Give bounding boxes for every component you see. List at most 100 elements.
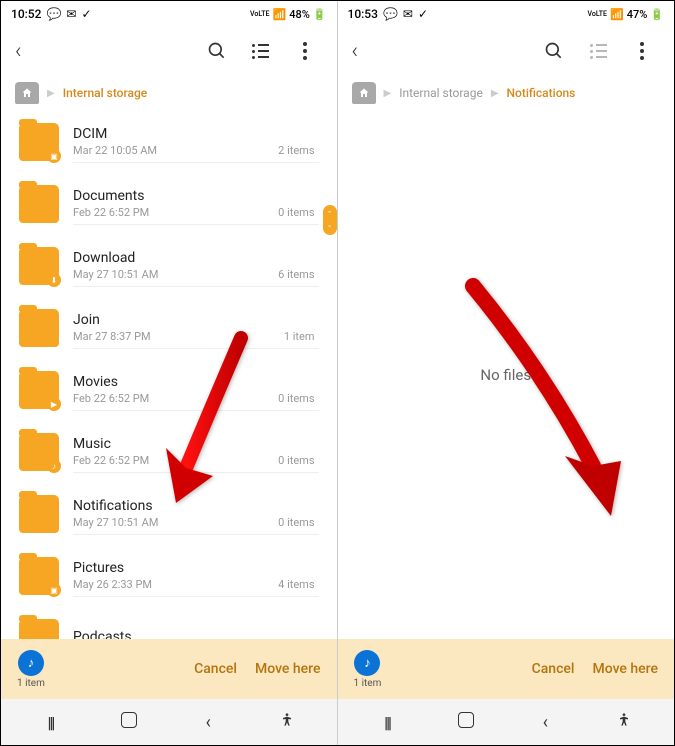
volte-icon: VoLTE (588, 10, 607, 18)
battery-text: 48% (289, 8, 310, 21)
status-bar: 10:53 💬 ✉ ✓ VoLTE 📶 47% 🔋 (338, 1, 675, 27)
move-here-button[interactable]: Move here (592, 661, 658, 677)
cancel-button[interactable]: Cancel (194, 661, 237, 677)
search-icon[interactable] (536, 33, 572, 69)
home-icon[interactable] (15, 82, 39, 104)
signal-icon: 📶 (272, 8, 286, 21)
breadcrumb: ▶ Internal storage (1, 75, 337, 111)
folder-date: Feb 22 6:52 PM (73, 392, 149, 405)
check-icon: ✓ (418, 7, 428, 21)
folder-name: DCIM (73, 126, 315, 142)
folder-date: Mar 27 8:37 PM (73, 330, 151, 343)
folder-icon (19, 619, 59, 639)
breadcrumb-current[interactable]: Notifications (507, 86, 576, 100)
chat-icon: 💬 (383, 7, 398, 21)
status-time: 10:53 (348, 7, 378, 21)
view-list-icon[interactable] (580, 33, 616, 69)
folder-row[interactable]: ▣PicturesMay 26 2:33 PM4 items (1, 545, 337, 607)
message-icon: ✉ (403, 7, 413, 21)
back-button[interactable]: ‹ (15, 39, 22, 64)
folder-date: Feb 22 6:52 PM (73, 454, 149, 467)
message-icon: ✉ (66, 7, 76, 21)
breadcrumb: ▶ Internal storage ▶ Notifications (338, 75, 675, 111)
folder-icon (19, 495, 59, 533)
folder-count: 1 item (284, 330, 315, 343)
folder-name: Download (73, 250, 315, 266)
nav-back[interactable]: ‹ (188, 712, 228, 733)
move-here-button[interactable]: Move here (255, 661, 321, 677)
status-bar: 10:52 💬 ✉ ✓ VoLTE 📶 48% 🔋 (1, 1, 337, 27)
folder-icon: ▣ (19, 123, 59, 161)
folder-row[interactable]: ⬇DownloadMay 27 10:51 AM6 items (1, 235, 337, 297)
folder-name: Pictures (73, 560, 315, 576)
folder-icon (19, 185, 59, 223)
folder-icon: ▶ (19, 371, 59, 409)
folder-count: 4 items (278, 578, 314, 591)
folder-name: Podcasts (73, 629, 315, 640)
more-icon[interactable] (624, 33, 660, 69)
folder-count: 6 items (278, 268, 314, 281)
nav-recents[interactable]: ||| (367, 713, 407, 732)
folder-row[interactable]: ▶ Movies Feb 22 6:52 PM 0 items (1, 359, 337, 421)
action-bar: ♪ 1 item Cancel Move here (1, 639, 337, 699)
chevron-right-icon: ▶ (47, 88, 55, 99)
folder-name: Documents (73, 188, 315, 204)
screen-left: 10:52 💬 ✉ ✓ VoLTE 📶 48% 🔋 ‹ ▶ Internal s… (1, 1, 338, 745)
check-icon: ✓ (81, 7, 91, 21)
folder-row[interactable]: DocumentsFeb 22 6:52 PM0 items (1, 173, 337, 235)
folder-count: 2 items (278, 144, 314, 157)
folder-row[interactable]: NotificationsMay 27 10:51 AM0 items (1, 483, 337, 545)
battery-icon: 🔋 (313, 8, 327, 21)
breadcrumb-current[interactable]: Internal storage (63, 86, 148, 100)
folder-icon: ⬇ (19, 247, 59, 285)
folder-date: May 26 2:33 PM (73, 578, 152, 591)
battery-text: 47% (627, 8, 648, 21)
nav-home[interactable] (109, 712, 149, 732)
folder-name: Music (73, 436, 315, 452)
scroll-thumb[interactable]: ⌃⌄ (323, 205, 337, 235)
nav-bar: ||| ‹ (338, 699, 675, 745)
annotation-arrow (453, 271, 643, 535)
folder-row[interactable]: ♪MusicFeb 22 6:52 PM0 items (1, 421, 337, 483)
folder-name: Movies (73, 374, 315, 390)
chat-icon: 💬 (46, 7, 61, 21)
status-time: 10:52 (11, 7, 41, 21)
volte-icon: VoLTE (250, 10, 269, 18)
pending-count: 1 item (17, 678, 45, 689)
nav-bar: ||| ‹ (1, 699, 337, 745)
nav-home[interactable] (446, 712, 486, 732)
nav-accessibility[interactable] (604, 712, 644, 732)
back-button[interactable]: ‹ (352, 39, 359, 64)
view-list-icon[interactable] (243, 33, 279, 69)
music-file-icon: ♪ (18, 650, 44, 676)
nav-recents[interactable]: ||| (30, 713, 70, 732)
action-bar: ♪ 1 item Cancel Move here (338, 639, 675, 699)
folder-row[interactable]: Join Mar 27 8:37 PM 1 item (1, 297, 337, 359)
music-file-icon: ♪ (354, 650, 380, 676)
folder-count: 0 items (278, 454, 314, 467)
nav-accessibility[interactable] (267, 712, 307, 732)
folder-icon (19, 309, 59, 347)
battery-icon: 🔋 (650, 8, 664, 21)
folder-name: Join (73, 312, 315, 328)
folder-list: ⌃⌄ ▣ DCIM Mar 22 10:05 AM 2 items Documents F… (1, 111, 337, 639)
folder-count: 0 items (278, 392, 314, 405)
chevron-right-icon: ▶ (491, 88, 499, 99)
folder-date: Feb 22 6:52 PM (73, 206, 149, 219)
more-icon[interactable] (287, 33, 323, 69)
app-bar: ‹ (1, 27, 337, 75)
signal-icon: 📶 (610, 8, 624, 21)
empty-state: No files (338, 111, 675, 639)
chevron-right-icon: ▶ (384, 88, 392, 99)
nav-back[interactable]: ‹ (525, 712, 565, 733)
folder-date: May 27 10:51 AM (73, 516, 158, 529)
home-icon[interactable] (352, 82, 376, 104)
cancel-button[interactable]: Cancel (532, 661, 575, 677)
pending-count: 1 item (354, 678, 382, 689)
folder-row[interactable]: ▣ DCIM Mar 22 10:05 AM 2 items (1, 111, 337, 173)
folder-date: Mar 22 10:05 AM (73, 144, 157, 157)
breadcrumb-parent[interactable]: Internal storage (399, 86, 483, 100)
app-bar: ‹ (338, 27, 675, 75)
search-icon[interactable] (199, 33, 235, 69)
folder-row[interactable]: Podcasts (1, 607, 337, 639)
